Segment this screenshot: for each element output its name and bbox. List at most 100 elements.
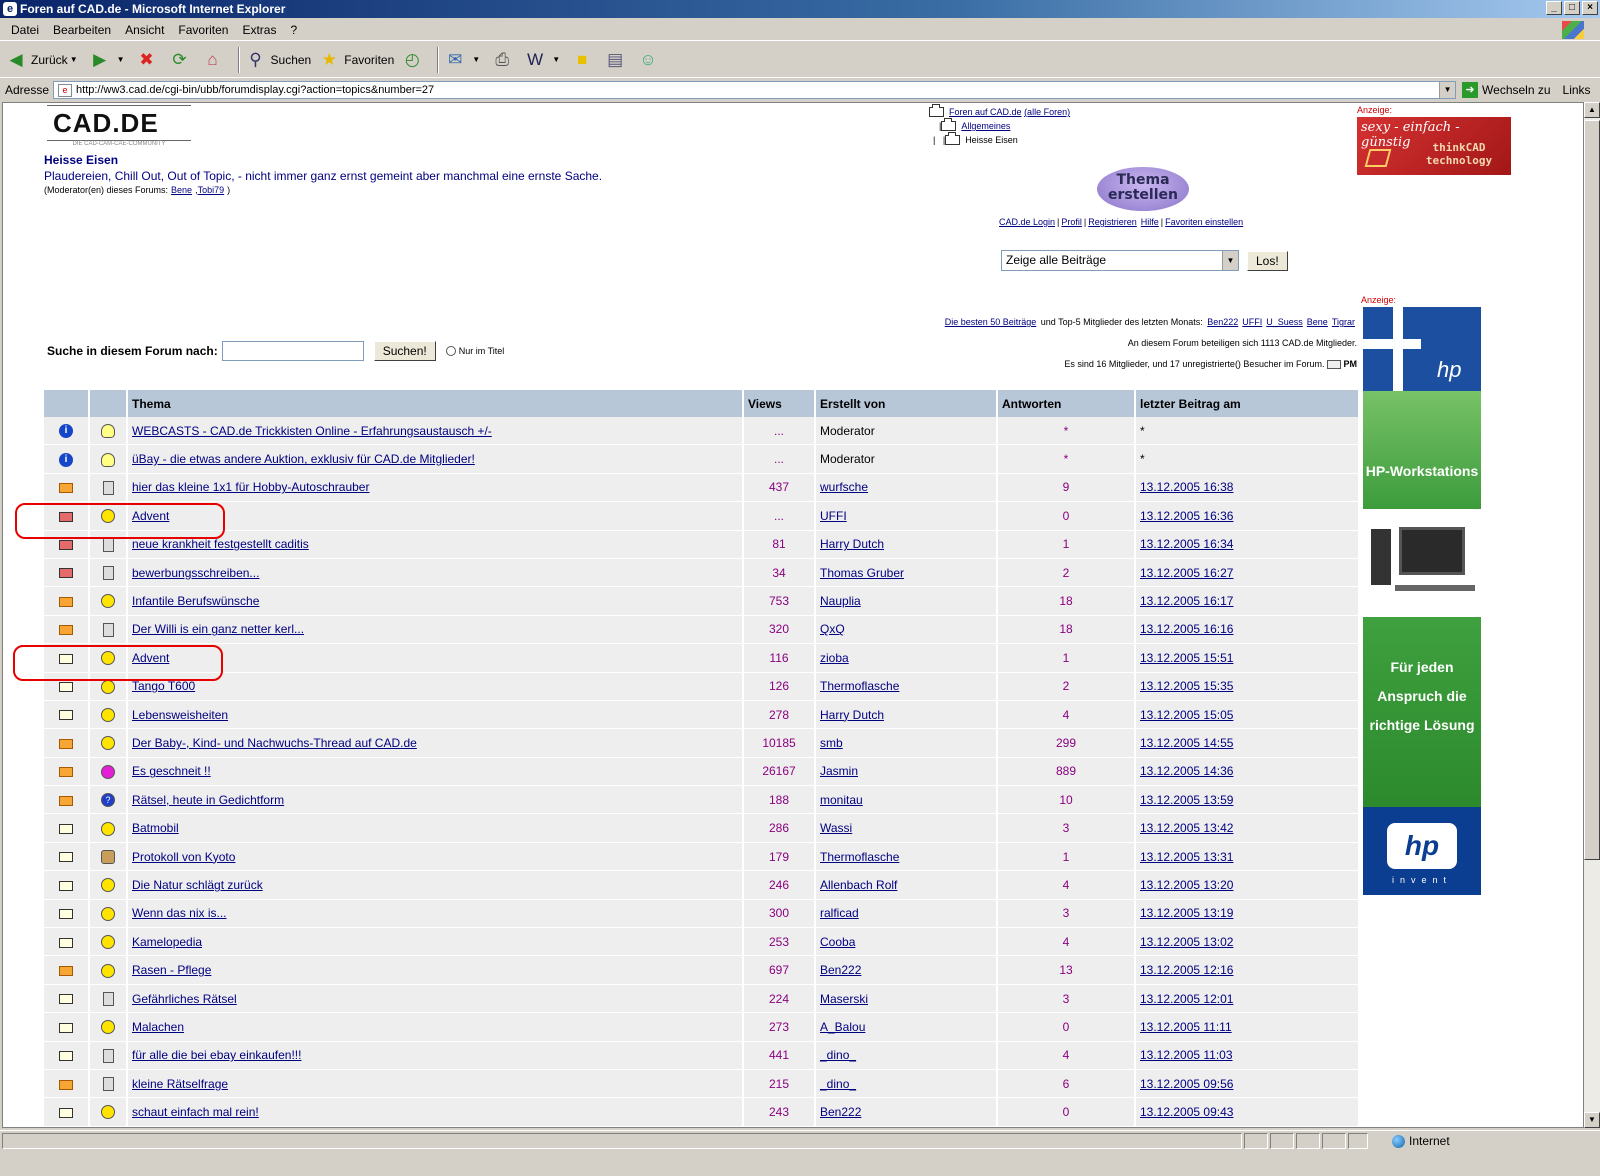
favorites-button[interactable]: ★ Favoriten — [317, 48, 395, 72]
topic-author-link[interactable]: Allenbach Rolf — [820, 878, 897, 892]
messenger-button[interactable]: ☺ — [636, 48, 663, 72]
go-button[interactable]: ➜ Wechseln zu — [1462, 82, 1551, 98]
topic-link[interactable]: Malachen — [132, 1020, 184, 1034]
topic-author-link[interactable]: Jasmin — [820, 764, 858, 778]
topic-last-post-link[interactable]: 13.12.2005 13:19 — [1136, 899, 1358, 929]
header-thema[interactable]: Thema — [128, 390, 742, 417]
topic-author-link[interactable]: Harry Dutch — [820, 708, 884, 722]
best-posts-link[interactable]: Die besten 50 Beiträge — [945, 317, 1037, 327]
favorites-settings-link[interactable]: Favoriten einstellen — [1165, 217, 1243, 227]
topic-last-post-link[interactable]: 13.12.2005 12:16 — [1136, 956, 1358, 985]
topic-link[interactable]: Rätsel, heute in Gedichtform — [132, 793, 284, 807]
topic-author-link[interactable]: Nauplia — [820, 594, 861, 608]
topic-last-post-link[interactable]: 13.12.2005 11:11 — [1136, 1013, 1358, 1042]
topic-author-link[interactable]: wurfsche — [820, 480, 868, 494]
scroll-down-icon[interactable]: ▼ — [1584, 1112, 1600, 1128]
hp-ad-banner[interactable]: hp HP-Workstations Für jeden Anspruch di… — [1363, 307, 1481, 895]
topic-last-post-link[interactable]: 13.12.2005 09:43 — [1136, 1098, 1358, 1127]
scroll-thumb[interactable] — [1584, 120, 1600, 860]
profile-link[interactable]: Profil — [1061, 217, 1082, 227]
topic-last-post-link[interactable]: 13.12.2005 15:05 — [1136, 700, 1358, 730]
topic-author-link[interactable]: Thomas Gruber — [820, 566, 904, 580]
topic-last-post-link[interactable]: 13.12.2005 09:56 — [1136, 1069, 1358, 1099]
menu-help[interactable]: ? — [290, 23, 297, 37]
topic-last-post-link[interactable]: 13.12.2005 11:03 — [1136, 1041, 1358, 1070]
topic-author-link[interactable]: QxQ — [820, 622, 845, 636]
topic-author-link[interactable]: A_Balou — [820, 1020, 865, 1034]
cad-logo[interactable]: CAD.DE DIE CAD-CAM-CAE-COMMUNITY — [47, 105, 191, 149]
refresh-button[interactable]: ⟳ — [168, 48, 195, 72]
filter-select[interactable]: Zeige alle Beiträge ▼ — [1001, 250, 1239, 271]
help-link[interactable]: Hilfe — [1141, 217, 1159, 227]
topic-link[interactable]: Kamelopedia — [132, 935, 202, 949]
topic-last-post-link[interactable]: 13.12.2005 16:16 — [1136, 615, 1358, 645]
back-button[interactable]: ◀ Zurück ▼ — [4, 48, 82, 72]
address-dropdown-icon[interactable]: ▼ — [1439, 82, 1456, 98]
moderator-link[interactable]: Bene — [171, 185, 192, 195]
vertical-scrollbar[interactable]: ▲ ▼ — [1584, 102, 1600, 1128]
history-button[interactable]: ◴ — [400, 48, 427, 72]
topic-link[interactable]: kleine Rätselfrage — [132, 1077, 228, 1091]
topic-author-link[interactable]: zioba — [820, 651, 849, 665]
topic-link[interactable]: Wenn das nix is... — [132, 906, 227, 920]
minimize-button[interactable]: _ — [1546, 1, 1562, 15]
topic-author-link[interactable]: Cooba — [820, 935, 855, 949]
topic-last-post-link[interactable]: 13.12.2005 16:36 — [1136, 502, 1358, 531]
topic-link[interactable]: Gefährliches Rätsel — [132, 992, 237, 1006]
header-replies[interactable]: Antworten — [998, 390, 1134, 417]
topic-link[interactable]: Es geschneit !! — [132, 764, 211, 778]
topic-author-link[interactable]: ralficad — [820, 906, 859, 920]
topic-author-link[interactable]: smb — [820, 736, 843, 750]
topic-last-post-link[interactable]: 13.12.2005 14:36 — [1136, 757, 1358, 787]
header-last-post[interactable]: letzter Beitrag am — [1136, 390, 1358, 417]
topic-author-link[interactable]: Thermoflasche — [820, 850, 899, 864]
mail-button[interactable]: ✉ ▼ — [443, 48, 484, 72]
topic-last-post-link[interactable]: 13.12.2005 13:42 — [1136, 814, 1358, 843]
topic-link[interactable]: Protokoll von Kyoto — [132, 850, 235, 864]
topic-link[interactable]: für alle die bei ebay einkaufen!!! — [132, 1048, 301, 1062]
topic-link[interactable]: Rasen - Pflege — [132, 963, 211, 977]
topic-last-post-link[interactable]: 13.12.2005 15:35 — [1136, 672, 1358, 701]
scroll-up-icon[interactable]: ▲ — [1584, 102, 1600, 118]
edit-button[interactable]: W ▼ — [523, 48, 564, 72]
topic-author-link[interactable]: UFFI — [820, 509, 847, 523]
thinkcad-ad-banner[interactable]: sexy - einfach - günstig thinkCAD techno… — [1357, 117, 1511, 175]
topic-author-link[interactable]: _dino_ — [820, 1077, 856, 1091]
new-topic-button[interactable]: Thema erstellen — [1097, 167, 1189, 211]
topic-last-post-link[interactable]: 13.12.2005 14:55 — [1136, 729, 1358, 758]
moderator-link[interactable]: Tobi79 — [198, 185, 225, 195]
header-views[interactable]: Views — [744, 390, 814, 417]
home-button[interactable]: ⌂ — [201, 48, 228, 72]
forward-button[interactable]: ▶ ▼ — [88, 48, 129, 72]
topic-link[interactable]: üBay - die etwas andere Auktion, exklusi… — [132, 452, 475, 466]
menu-datei[interactable]: Datei — [11, 23, 39, 37]
topic-link[interactable]: Tango T600 — [132, 679, 195, 693]
topic-last-post-link[interactable]: 13.12.2005 13:20 — [1136, 871, 1358, 900]
topic-link[interactable]: WEBCASTS - CAD.de Trickkisten Online - E… — [132, 424, 492, 438]
discuss-button[interactable]: ■ — [570, 48, 597, 72]
top-member-link[interactable]: Bene — [1307, 317, 1328, 327]
topic-last-post-link[interactable]: 13.12.2005 16:27 — [1136, 558, 1358, 588]
top-member-link[interactable]: U_Suess — [1266, 317, 1303, 327]
topic-last-post-link[interactable]: 13.12.2005 13:59 — [1136, 786, 1358, 815]
register-link[interactable]: Registrieren — [1088, 217, 1137, 227]
topic-link[interactable]: bewerbungsschreiben... — [132, 566, 259, 580]
topic-author-link[interactable]: Maserski — [820, 992, 868, 1006]
tree-root-link[interactable]: Foren auf CAD.de — [949, 107, 1022, 117]
topic-last-post-link[interactable]: 13.12.2005 15:51 — [1136, 644, 1358, 673]
maximize-button[interactable]: □ — [1564, 1, 1580, 15]
topic-author-link[interactable]: Ben222 — [820, 1105, 861, 1119]
topic-last-post-link[interactable]: 13.12.2005 12:01 — [1136, 984, 1358, 1014]
pm-label[interactable]: PM — [1344, 359, 1358, 369]
menu-extras[interactable]: Extras — [242, 23, 276, 37]
search-submit-button[interactable]: Suchen! — [373, 341, 436, 361]
topic-last-post-link[interactable]: 13.12.2005 16:38 — [1136, 473, 1358, 503]
topic-link[interactable]: Der Willi is ein ganz netter kerl... — [132, 622, 304, 636]
top-member-link[interactable]: Tigrar — [1332, 317, 1355, 327]
stop-button[interactable]: ✖ — [135, 48, 162, 72]
topic-link[interactable]: Der Baby-, Kind- und Nachwuchs-Thread au… — [132, 736, 417, 750]
topic-link[interactable]: schaut einfach mal rein! — [132, 1105, 259, 1119]
topic-last-post-link[interactable]: 13.12.2005 13:02 — [1136, 928, 1358, 957]
topic-last-post-link[interactable]: 13.12.2005 16:34 — [1136, 530, 1358, 559]
filter-go-button[interactable]: Los! — [1247, 250, 1288, 271]
